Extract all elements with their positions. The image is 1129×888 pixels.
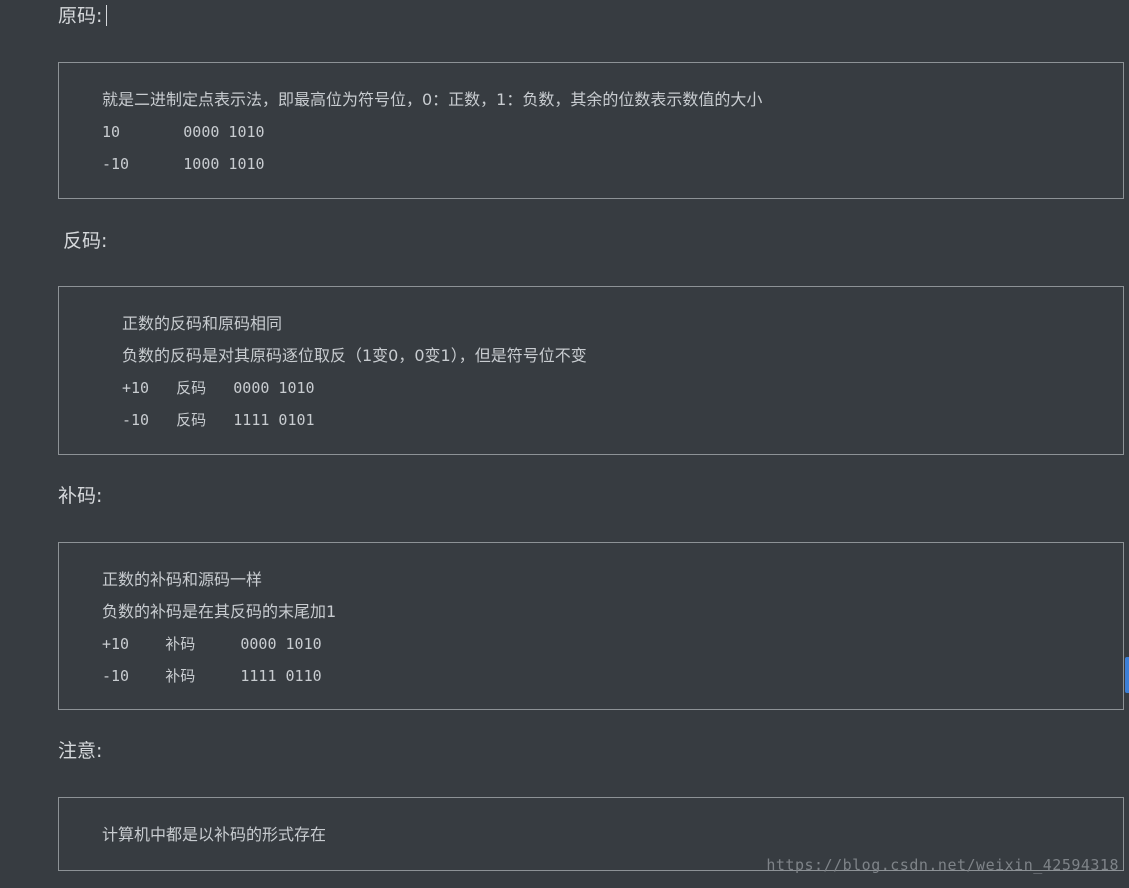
line-positive-rule: 正数的反码和原码相同 <box>122 314 283 333</box>
heading-yuanma: 原码: <box>58 4 108 28</box>
line-positive-example: 10 0000 1010 <box>102 123 265 141</box>
line-negative-example: -10 反码 1111 0101 <box>122 411 315 429</box>
code-block-fanma: 正数的反码和原码相同 负数的反码是对其原码逐位取反（1变0，0变1），但是符号位… <box>58 286 1124 455</box>
heading-zhuyi: 注意: <box>58 740 103 762</box>
heading-buma: 补码: <box>58 485 103 507</box>
code-block-buma: 正数的补码和源码一样 负数的补码是在其反码的末尾加1 +10 补码 0000 1… <box>58 542 1124 710</box>
line-negative-rule: 负数的补码是在其反码的末尾加1 <box>102 602 337 621</box>
document-page: 原码: 就是二进制定点表示法，即最高位为符号位，0：正数，1：负数，其余的位数表… <box>0 0 1129 888</box>
code-block-yuanma: 就是二进制定点表示法，即最高位为符号位，0：正数，1：负数，其余的位数表示数值的… <box>58 62 1124 199</box>
line-negative-example: -10 补码 1111 0110 <box>102 667 322 685</box>
line-positive-example: +10 补码 0000 1010 <box>102 635 322 653</box>
watermark-url: https://blog.csdn.net/weixin_42594318 <box>766 856 1119 874</box>
heading-fanma: 反码: <box>63 230 108 252</box>
line-negative-example: -10 1000 1010 <box>102 155 265 173</box>
line-description: 就是二进制定点表示法，即最高位为符号位，0：正数，1：负数，其余的位数表示数值的… <box>102 90 763 109</box>
text-cursor <box>106 5 108 26</box>
line-positive-rule: 正数的补码和源码一样 <box>102 570 263 589</box>
line-positive-example: +10 反码 0000 1010 <box>122 379 315 397</box>
line-negative-rule: 负数的反码是对其原码逐位取反（1变0，0变1），但是符号位不变 <box>122 346 587 365</box>
scroll-position-marker[interactable] <box>1125 657 1129 693</box>
line-note: 计算机中都是以补码的形式存在 <box>102 825 327 844</box>
